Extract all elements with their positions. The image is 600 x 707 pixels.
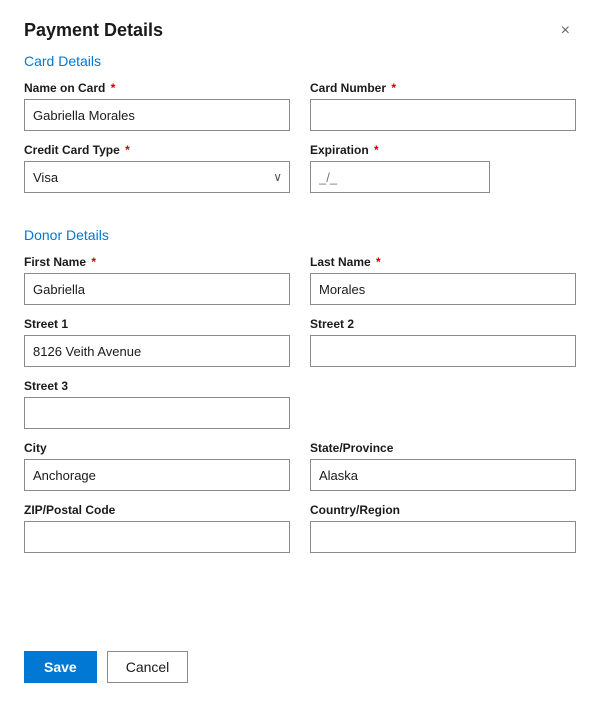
- card-details-grid: Name on Card * Card Number * Credit Card…: [24, 81, 576, 205]
- card-number-group: Card Number *: [310, 81, 576, 131]
- last-name-group: Last Name *: [310, 255, 576, 305]
- payment-details-dialog: Payment Details × Card Details Name on C…: [0, 0, 600, 707]
- city-group: City: [24, 441, 290, 491]
- zip-group: ZIP/Postal Code: [24, 503, 290, 553]
- zip-label: ZIP/Postal Code: [24, 503, 290, 517]
- street1-group: Street 1: [24, 317, 290, 367]
- street3-input[interactable]: [24, 397, 290, 429]
- street1-input[interactable]: [24, 335, 290, 367]
- first-name-label: First Name *: [24, 255, 290, 269]
- required-star: *: [88, 255, 96, 269]
- street2-group: Street 2: [310, 317, 576, 367]
- state-province-label: State/Province: [310, 441, 576, 455]
- dialog-header: Payment Details ×: [24, 20, 576, 41]
- save-button[interactable]: Save: [24, 651, 97, 683]
- first-name-input[interactable]: [24, 273, 290, 305]
- first-name-group: First Name *: [24, 255, 290, 305]
- cancel-button[interactable]: Cancel: [107, 651, 189, 683]
- city-input[interactable]: [24, 459, 290, 491]
- name-on-card-group: Name on Card *: [24, 81, 290, 131]
- card-number-input[interactable]: [310, 99, 576, 131]
- street2-input[interactable]: [310, 335, 576, 367]
- expiration-label: Expiration *: [310, 143, 576, 157]
- donor-details-grid: First Name * Last Name * Street 1 Street…: [24, 255, 576, 565]
- donor-details-section-title: Donor Details: [24, 227, 576, 243]
- state-province-group: State/Province: [310, 441, 576, 491]
- street2-label: Street 2: [310, 317, 576, 331]
- dialog-title: Payment Details: [24, 20, 163, 41]
- expiration-group: Expiration *: [310, 143, 576, 193]
- last-name-label: Last Name *: [310, 255, 576, 269]
- name-on-card-input[interactable]: [24, 99, 290, 131]
- footer-buttons: Save Cancel: [24, 631, 576, 683]
- street1-label: Street 1: [24, 317, 290, 331]
- required-star: *: [373, 255, 381, 269]
- credit-card-type-wrapper: Visa Mastercard American Express Discove…: [24, 161, 290, 193]
- name-on-card-label: Name on Card *: [24, 81, 290, 95]
- country-region-label: Country/Region: [310, 503, 576, 517]
- card-number-label: Card Number *: [310, 81, 576, 95]
- credit-card-type-select[interactable]: Visa Mastercard American Express Discove…: [24, 161, 290, 193]
- city-label: City: [24, 441, 290, 455]
- street3-label: Street 3: [24, 379, 290, 393]
- street3-spacer: [310, 379, 576, 429]
- zip-input[interactable]: [24, 521, 290, 553]
- expiration-input[interactable]: [310, 161, 490, 193]
- country-region-input[interactable]: [310, 521, 576, 553]
- required-star: *: [371, 143, 379, 157]
- street3-group: Street 3: [24, 379, 290, 429]
- country-region-group: Country/Region: [310, 503, 576, 553]
- credit-card-type-label: Credit Card Type *: [24, 143, 290, 157]
- required-star: *: [122, 143, 130, 157]
- close-button[interactable]: ×: [555, 21, 576, 41]
- required-star: *: [107, 81, 115, 95]
- last-name-input[interactable]: [310, 273, 576, 305]
- credit-card-type-group: Credit Card Type * Visa Mastercard Ameri…: [24, 143, 290, 193]
- required-star: *: [388, 81, 396, 95]
- card-details-section-title: Card Details: [24, 53, 576, 69]
- state-province-input[interactable]: [310, 459, 576, 491]
